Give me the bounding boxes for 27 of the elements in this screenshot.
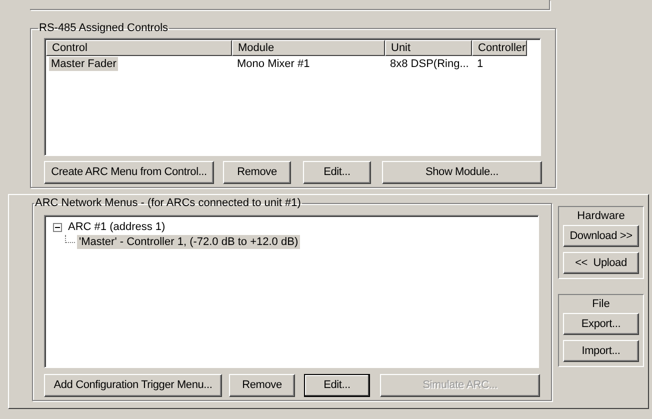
table-cell-text: 8x8 DSP(Ring... — [389, 56, 470, 70]
action-button[interactable]: Create ARC Menu from Control... — [44, 160, 214, 184]
group-title: RS-485 Assigned Controls — [38, 21, 170, 36]
table-cell-text: 1 — [476, 56, 484, 70]
collapse-icon[interactable] — [53, 222, 62, 232]
action-button[interactable]: Add Configuration Trigger Menu... — [44, 374, 222, 396]
tree-connector — [65, 235, 75, 243]
action-button[interactable]: Import... — [563, 340, 639, 362]
action-button[interactable]: Export... — [563, 313, 639, 335]
column-header[interactable]: Unit — [385, 40, 472, 56]
group-title: Hardware — [577, 210, 625, 223]
tree-item[interactable]: 'Master' - Controller 1, (-72.0 dB to +12.0 dB) — [77, 235, 300, 249]
tree-item[interactable]: ARC #1 (address 1) — [66, 220, 168, 234]
column-header[interactable]: Controller — [472, 40, 527, 56]
action-button[interactable]: << Upload — [563, 252, 639, 274]
table-cell[interactable]: Master Fader — [49, 56, 118, 70]
action-button[interactable]: Edit... — [303, 160, 371, 184]
action-button[interactable]: Remove — [229, 374, 295, 396]
action-button[interactable]: Download >> — [563, 225, 639, 247]
action-button[interactable]: Edit... — [304, 374, 370, 396]
column-header[interactable]: Module — [232, 40, 385, 56]
table-cell-text: Mono Mixer #1 — [236, 56, 311, 70]
group-title: ARC Network Menus - (for ARCs connected to unit #1) — [34, 196, 302, 211]
action-button[interactable]: Remove — [223, 160, 291, 184]
column-header[interactable]: Control — [46, 40, 232, 56]
group-title: File — [592, 298, 610, 311]
action-button[interactable]: Show Module... — [382, 160, 542, 184]
